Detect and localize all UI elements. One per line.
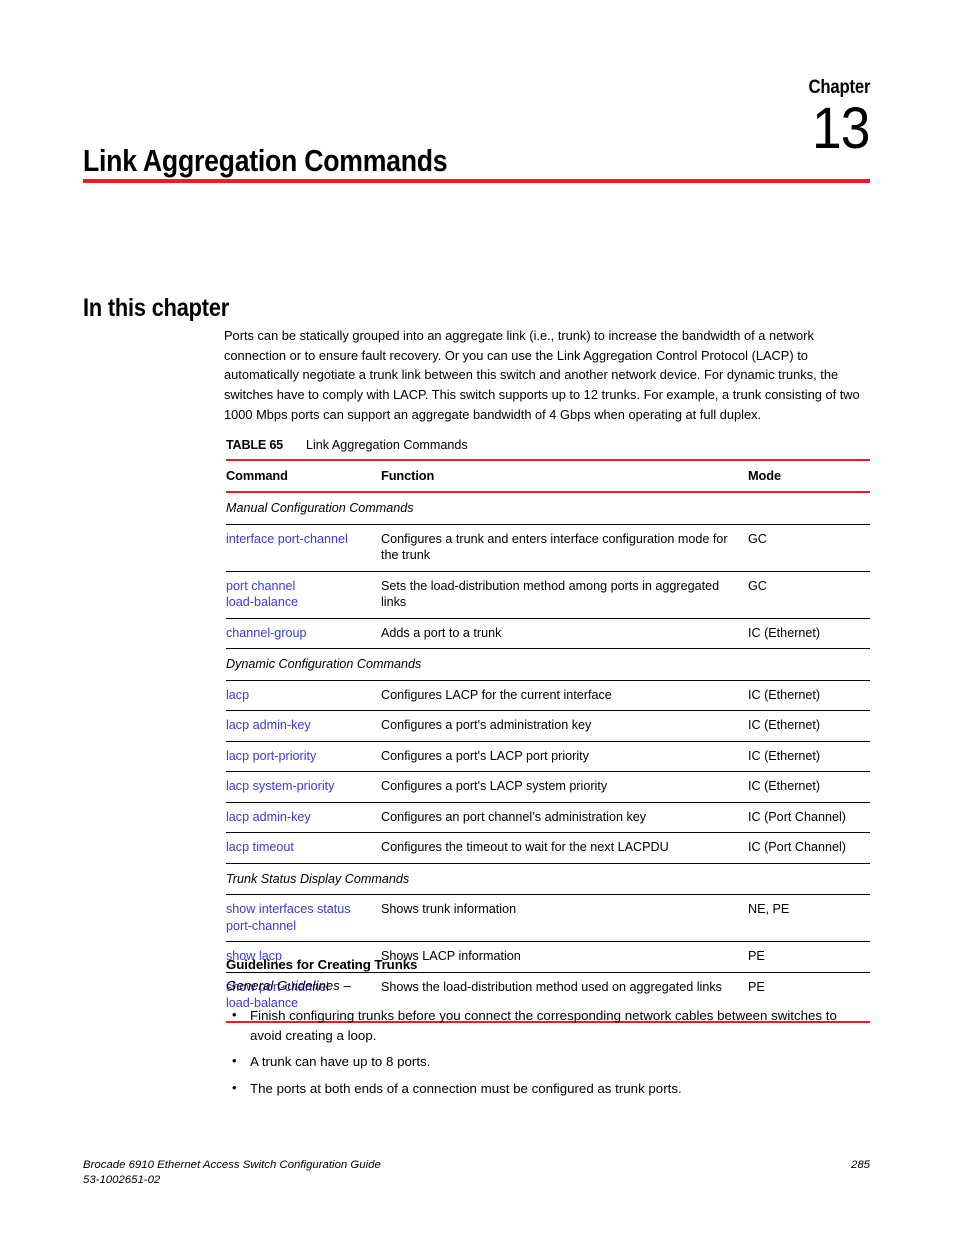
section-heading: In this chapter xyxy=(83,293,230,322)
cell-command: port channel load-balance xyxy=(226,571,381,619)
table-caption-title: Link Aggregation Commands xyxy=(306,438,468,452)
command-link[interactable]: lacp system-priority xyxy=(226,779,334,793)
command-link[interactable]: port channel load-balance xyxy=(226,579,375,611)
cell-command: lacp admin-key xyxy=(226,802,381,833)
intro-paragraph: Ports can be statically grouped into an … xyxy=(224,328,860,422)
bullet-icon: • xyxy=(232,1053,237,1068)
chapter-number: 13 xyxy=(812,96,870,161)
cell-function: Configures a port's LACP port priority xyxy=(381,741,748,772)
column-header-mode: Mode xyxy=(748,459,870,493)
list-item: • Finish configuring trunks before you c… xyxy=(226,1006,870,1045)
bullet-icon: • xyxy=(232,1007,237,1022)
cell-function: Sets the load-distribution method among … xyxy=(381,571,748,619)
cell-mode: IC (Ethernet) xyxy=(748,618,870,649)
command-table-block: TABLE 65 Link Aggregation Commands Comman… xyxy=(226,437,870,1023)
command-link[interactable]: lacp admin-key xyxy=(226,718,311,732)
table-row: lacp system-priority Configures a port's… xyxy=(226,771,870,803)
intro-body: Ports can be statically grouped into an … xyxy=(224,313,870,438)
list-item-text: Finish configuring trunks before you con… xyxy=(250,1008,837,1043)
table-row: show interfaces status port-channel Shows… xyxy=(226,894,870,942)
guidelines-section: Guidelines for Creating Trunks General G… xyxy=(226,956,870,1105)
link-aggregation-commands-table: Command Function Mode Manual Configurati… xyxy=(226,459,870,1023)
table-row: lacp admin-key Configures a port's admin… xyxy=(226,710,870,742)
cell-function: Shows trunk information xyxy=(381,894,748,942)
command-link-line1: show interfaces status xyxy=(226,902,351,916)
cell-mode: GC xyxy=(748,524,870,572)
cell-function: Adds a port to a trunk xyxy=(381,618,748,649)
chapter-label: Chapter xyxy=(808,77,870,98)
group-label: Trunk Status Display Commands xyxy=(226,863,870,895)
cell-function: Configures the timeout to wait for the n… xyxy=(381,832,748,864)
command-link[interactable]: channel-group xyxy=(226,626,307,640)
cell-mode: IC (Ethernet) xyxy=(748,771,870,803)
table-caption: TABLE 65 Link Aggregation Commands xyxy=(226,437,870,459)
cell-mode: IC (Ethernet) xyxy=(748,741,870,772)
footer-doc-number: 53-1002651-02 xyxy=(83,1174,161,1186)
cell-function: Configures a trunk and enters interface … xyxy=(381,524,748,572)
guidelines-list: • Finish configuring trunks before you c… xyxy=(226,995,870,1098)
command-link-line2: port-channel xyxy=(226,918,297,933)
cell-command: interface port-channel xyxy=(226,524,381,572)
table-body: Manual Configuration Commands interface … xyxy=(226,492,870,1023)
table-row: channel-group Adds a port to a trunk IC … xyxy=(226,618,870,649)
cell-mode: IC (Port Channel) xyxy=(748,802,870,833)
bullet-icon: • xyxy=(232,1079,237,1095)
cell-function: Configures a port's administration key xyxy=(381,710,748,742)
footer-guide-title: Brocade 6910 Ethernet Access Switch Conf… xyxy=(83,1159,381,1171)
column-header-function: Function xyxy=(381,459,748,493)
table-row: lacp port-priority Configures a port's L… xyxy=(226,741,870,772)
cell-function: Configures LACP for the current interfac… xyxy=(381,680,748,711)
table-row: interface port-channel Configures a trun… xyxy=(226,524,870,572)
table-row: port channel load-balance Sets the load-d… xyxy=(226,571,870,619)
command-link[interactable]: lacp admin-key xyxy=(226,810,311,824)
table-group-row: Dynamic Configuration Commands xyxy=(226,648,870,681)
cell-command: lacp port-priority xyxy=(226,741,381,772)
cell-function: Configures an port channel’s administrat… xyxy=(381,802,748,833)
table-row: lacp timeout Configures the timeout to w… xyxy=(226,832,870,864)
group-label: Dynamic Configuration Commands xyxy=(226,648,870,681)
table-caption-label: TABLE 65 xyxy=(226,438,283,452)
cell-command: lacp admin-key xyxy=(226,710,381,742)
command-link[interactable]: lacp port-priority xyxy=(226,749,316,763)
command-link-line2: load-balance xyxy=(226,595,299,609)
command-link[interactable]: interface port-channel xyxy=(226,532,348,546)
cell-mode: NE, PE xyxy=(748,894,870,942)
cell-command: show interfaces status port-channel xyxy=(226,894,381,942)
cell-mode: IC (Port Channel) xyxy=(748,832,870,864)
table-group-row: Trunk Status Display Commands xyxy=(226,863,870,895)
cell-command: channel-group xyxy=(226,618,381,649)
cell-command: lacp xyxy=(226,680,381,711)
cell-mode: IC (Ethernet) xyxy=(748,680,870,711)
document-page: Chapter 13 Link Aggregation Commands In … xyxy=(0,0,954,1235)
list-item: • The ports at both ends of a connection… xyxy=(226,1079,870,1099)
page-title: Link Aggregation Commands xyxy=(83,142,448,178)
command-link[interactable]: show interfaces status port-channel xyxy=(226,902,375,934)
cell-function: Configures a port's LACP system priority xyxy=(381,771,748,803)
cell-command: lacp timeout xyxy=(226,832,381,864)
table-row: lacp admin-key Configures an port channe… xyxy=(226,802,870,833)
cell-mode: GC xyxy=(748,571,870,619)
guidelines-heading: Guidelines for Creating Trunks xyxy=(226,957,418,972)
footer-page-number: 285 xyxy=(850,1159,870,1171)
list-item-text: A trunk can have up to 8 ports. xyxy=(250,1054,431,1069)
table-group-row: Manual Configuration Commands xyxy=(226,492,870,525)
column-header-command: Command xyxy=(226,459,381,493)
guidelines-subheading: General Guidelines – xyxy=(226,978,351,993)
list-item-text: The ports at both ends of a connection m… xyxy=(250,1080,682,1096)
command-link[interactable]: lacp timeout xyxy=(226,840,294,854)
command-link-line1: port channel xyxy=(226,578,296,593)
cell-command: lacp system-priority xyxy=(226,771,381,803)
table-header-row: Command Function Mode xyxy=(226,459,870,493)
list-item: • A trunk can have up to 8 ports. xyxy=(226,1052,870,1072)
group-label: Manual Configuration Commands xyxy=(226,492,870,525)
cell-mode: IC (Ethernet) xyxy=(748,710,870,742)
table-row: lacp Configures LACP for the current int… xyxy=(226,680,870,711)
title-divider xyxy=(83,179,870,183)
command-link[interactable]: lacp xyxy=(226,688,249,702)
chapter-header: Chapter 13 Link Aggregation Commands xyxy=(83,77,871,178)
